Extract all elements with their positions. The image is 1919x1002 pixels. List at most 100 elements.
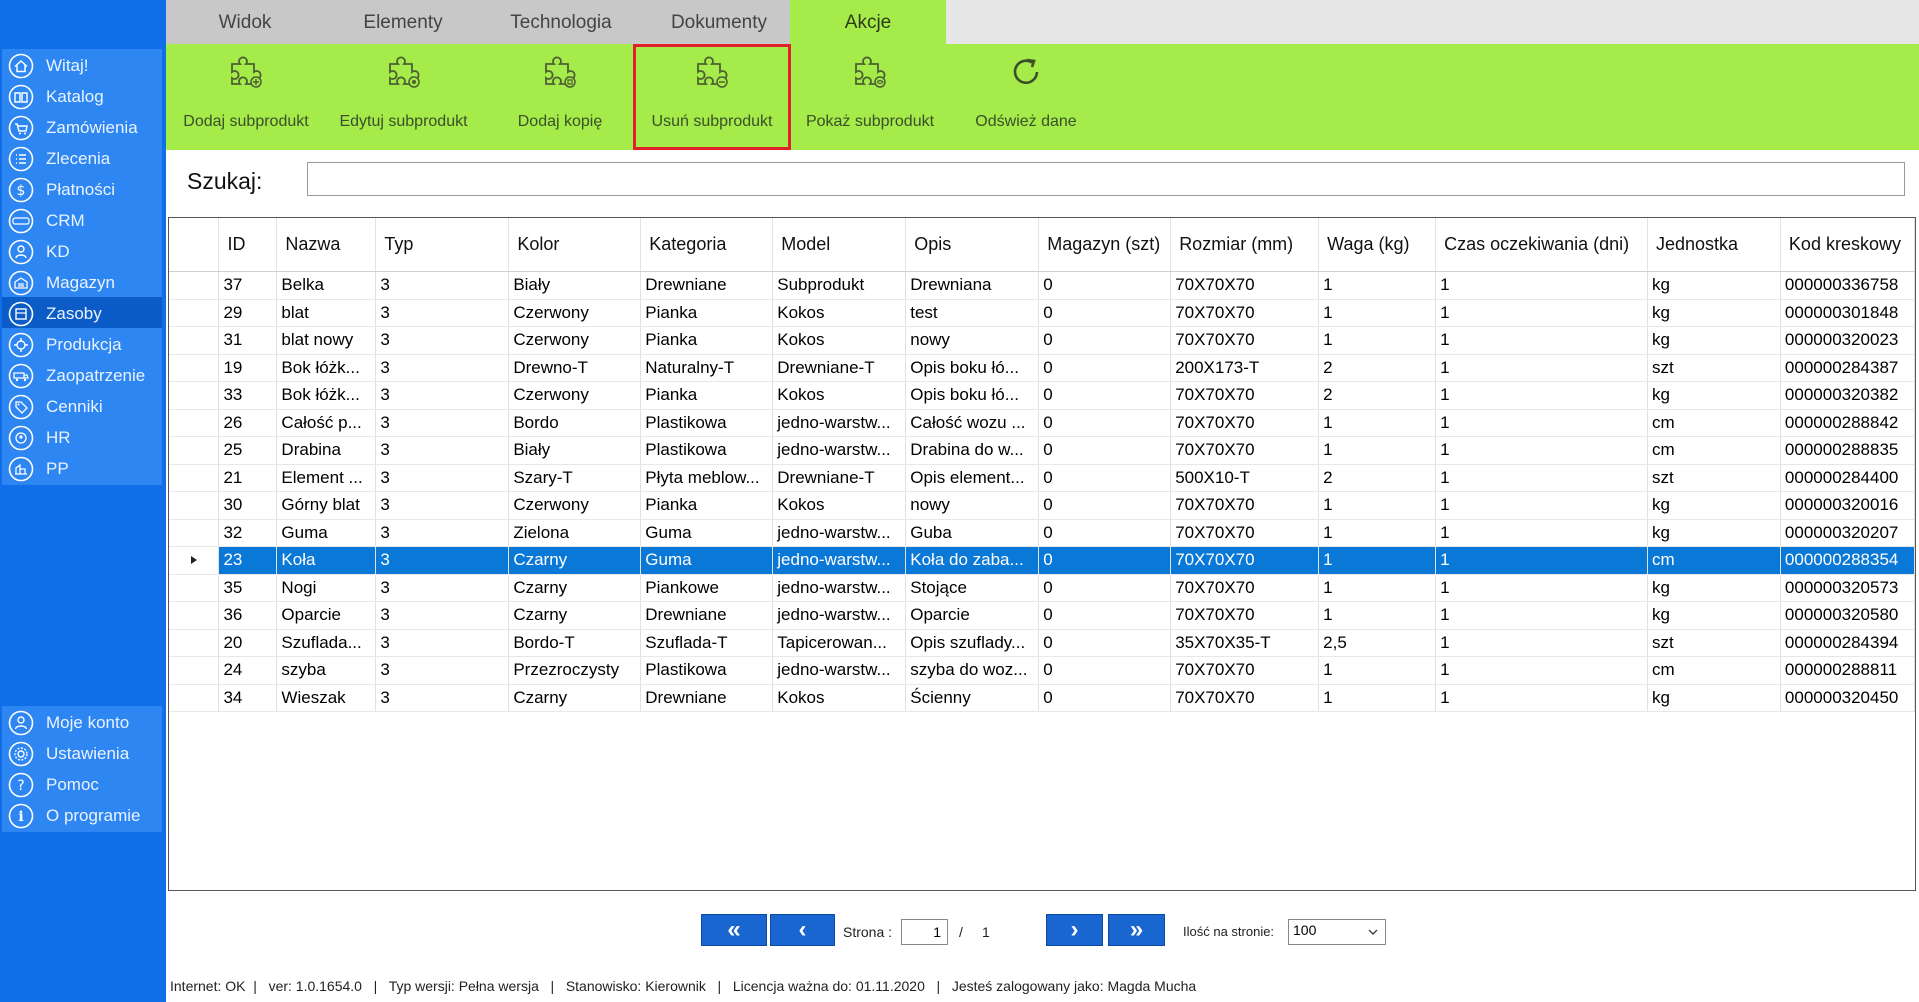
- sidebar-item-o-programie[interactable]: i O programie: [2, 799, 162, 832]
- table-row[interactable]: 36 Oparcie 3 Czarny Drewniane jedno-warstw...…: [169, 601, 1915, 630]
- sidebar-item-platnosci[interactable]: $ Płatności: [2, 173, 162, 206]
- sidebar-item-cenniki[interactable]: Cenniki: [2, 390, 162, 423]
- cell-kolor[interactable]: Czerwony: [508, 491, 642, 520]
- cell-jednostka[interactable]: kg: [1647, 519, 1781, 547]
- cell-waga[interactable]: 1: [1318, 684, 1437, 712]
- cell-magazyn[interactable]: 0: [1038, 464, 1172, 492]
- cell-kategoria[interactable]: Drewniane: [640, 601, 774, 630]
- cell-model[interactable]: Tapicerowan...: [772, 629, 907, 657]
- cell-czas-oczekiwania[interactable]: 1: [1435, 656, 1648, 685]
- row-header[interactable]: [169, 601, 220, 630]
- table-row[interactable]: 34 Wieszak 3 Czarny Drewniane Kokos Ścienny 0 70…: [169, 684, 1915, 712]
- previous-page-button[interactable]: ‹: [770, 914, 835, 946]
- cell-waga[interactable]: 1: [1318, 409, 1437, 437]
- cell-kod-kreskowy[interactable]: 000000320450: [1780, 684, 1915, 712]
- cell-typ[interactable]: 3: [375, 546, 510, 575]
- tab-technologia[interactable]: Technologia: [482, 0, 640, 44]
- cell-jednostka[interactable]: szt: [1647, 629, 1781, 657]
- sidebar-item-zlecenia[interactable]: Zlecenia: [2, 142, 162, 175]
- sidebar-item-moje-konto[interactable]: Moje konto: [2, 706, 162, 739]
- cell-typ[interactable]: 3: [375, 354, 510, 382]
- cell-model[interactable]: jedno-warstw...: [772, 409, 907, 437]
- row-header[interactable]: [169, 546, 220, 575]
- cell-typ[interactable]: 3: [375, 464, 510, 492]
- table-row[interactable]: 20 Szuflada... 3 Bordo-T Szuflada-T Tapicerow…: [169, 629, 1915, 657]
- cell-rozmiar[interactable]: 70X70X70: [1170, 656, 1320, 685]
- cell-rozmiar[interactable]: 70X70X70: [1170, 381, 1320, 410]
- table-row[interactable]: 32 Guma 3 Zielona Guma jedno-warstw... Guba 0 70…: [169, 519, 1915, 547]
- page-number-input[interactable]: [901, 919, 948, 945]
- cell-kod-kreskowy[interactable]: 000000288842: [1780, 409, 1915, 437]
- cell-nazwa[interactable]: Drabina: [276, 436, 377, 465]
- cell-kategoria[interactable]: Pianka: [640, 299, 774, 327]
- cell-kod-kreskowy[interactable]: 000000284394: [1780, 629, 1915, 657]
- cell-nazwa[interactable]: Całość p...: [276, 409, 377, 437]
- cell-opis[interactable]: test: [905, 299, 1040, 327]
- row-header[interactable]: [169, 629, 220, 657]
- row-header[interactable]: [169, 354, 220, 382]
- first-page-button[interactable]: «: [701, 914, 767, 946]
- cell-czas-oczekiwania[interactable]: 1: [1435, 574, 1648, 602]
- cell-kolor[interactable]: Czerwony: [508, 381, 642, 410]
- cell-kategoria[interactable]: Guma: [640, 546, 774, 575]
- row-header[interactable]: [169, 464, 220, 492]
- cell-kolor[interactable]: Biały: [508, 271, 642, 300]
- cell-magazyn[interactable]: 0: [1038, 546, 1172, 575]
- cell-magazyn[interactable]: 0: [1038, 271, 1172, 300]
- cell-czas-oczekiwania[interactable]: 1: [1435, 326, 1648, 355]
- cell-kategoria[interactable]: Plastikowa: [640, 436, 774, 465]
- cell-opis[interactable]: Oparcie: [905, 601, 1040, 630]
- cell-kod-kreskowy[interactable]: 000000284387: [1780, 354, 1915, 382]
- cell-kolor[interactable]: Biały: [508, 436, 642, 465]
- cell-magazyn[interactable]: 0: [1038, 326, 1172, 355]
- cell-kategoria[interactable]: Pianka: [640, 491, 774, 520]
- sidebar-item-pomoc[interactable]: ? Pomoc: [2, 768, 162, 801]
- cell-czas-oczekiwania[interactable]: 1: [1435, 601, 1648, 630]
- table-row[interactable]: 30 Górny blat 3 Czerwony Pianka Kokos nowy 0 70X…: [169, 491, 1915, 520]
- cell-opis[interactable]: Koła do zaba...: [905, 546, 1040, 575]
- show-subproduct-button[interactable]: Pokaż subprodukt: [792, 44, 948, 150]
- cell-id[interactable]: 32: [218, 519, 278, 547]
- cell-model[interactable]: Kokos: [772, 326, 907, 355]
- cell-typ[interactable]: 3: [375, 601, 510, 630]
- cell-typ[interactable]: 3: [375, 684, 510, 712]
- cell-model[interactable]: Kokos: [772, 299, 907, 327]
- cell-model[interactable]: jedno-warstw...: [772, 436, 907, 465]
- cell-opis[interactable]: Stojące: [905, 574, 1040, 602]
- cell-rozmiar[interactable]: 70X70X70: [1170, 574, 1320, 602]
- cell-magazyn[interactable]: 0: [1038, 381, 1172, 410]
- cell-opis[interactable]: nowy: [905, 326, 1040, 355]
- cell-id[interactable]: 36: [218, 601, 278, 630]
- cell-rozmiar[interactable]: 70X70X70: [1170, 271, 1320, 300]
- per-page-select[interactable]: 100: [1288, 919, 1386, 945]
- tab-dokumenty[interactable]: Dokumenty: [640, 0, 798, 44]
- add-subproduct-button[interactable]: Dodaj subprodukt: [171, 44, 321, 150]
- cell-czas-oczekiwania[interactable]: 1: [1435, 299, 1648, 327]
- sidebar-item-hr[interactable]: HR: [2, 421, 162, 454]
- cell-id[interactable]: 37: [218, 271, 278, 300]
- cell-typ[interactable]: 3: [375, 629, 510, 657]
- tab-widok[interactable]: Widok: [166, 0, 324, 44]
- row-header[interactable]: [169, 299, 220, 327]
- cell-jednostka[interactable]: cm: [1647, 656, 1781, 685]
- cell-czas-oczekiwania[interactable]: 1: [1435, 271, 1648, 300]
- cell-id[interactable]: 23: [218, 546, 278, 575]
- cell-magazyn[interactable]: 0: [1038, 629, 1172, 657]
- cell-czas-oczekiwania[interactable]: 1: [1435, 464, 1648, 492]
- cell-model[interactable]: Drewniane-T: [772, 464, 907, 492]
- cell-kolor[interactable]: Bordo-T: [508, 629, 642, 657]
- cell-model[interactable]: Subprodukt: [772, 271, 907, 300]
- cell-nazwa[interactable]: Koła: [276, 546, 377, 575]
- column-header-model[interactable]: Model: [772, 218, 907, 272]
- cell-typ[interactable]: 3: [375, 574, 510, 602]
- cell-rozmiar[interactable]: 70X70X70: [1170, 326, 1320, 355]
- cell-id[interactable]: 20: [218, 629, 278, 657]
- cell-waga[interactable]: 1: [1318, 436, 1437, 465]
- cell-kategoria[interactable]: Piankowe: [640, 574, 774, 602]
- cell-kod-kreskowy[interactable]: 000000320382: [1780, 381, 1915, 410]
- cell-jednostka[interactable]: kg: [1647, 271, 1781, 300]
- cell-rozmiar[interactable]: 70X70X70: [1170, 684, 1320, 712]
- cell-id[interactable]: 35: [218, 574, 278, 602]
- table-row[interactable]: 29 blat 3 Czerwony Pianka Kokos test 0 70X70X70 1…: [169, 299, 1915, 327]
- cell-kolor[interactable]: Czarny: [508, 601, 642, 630]
